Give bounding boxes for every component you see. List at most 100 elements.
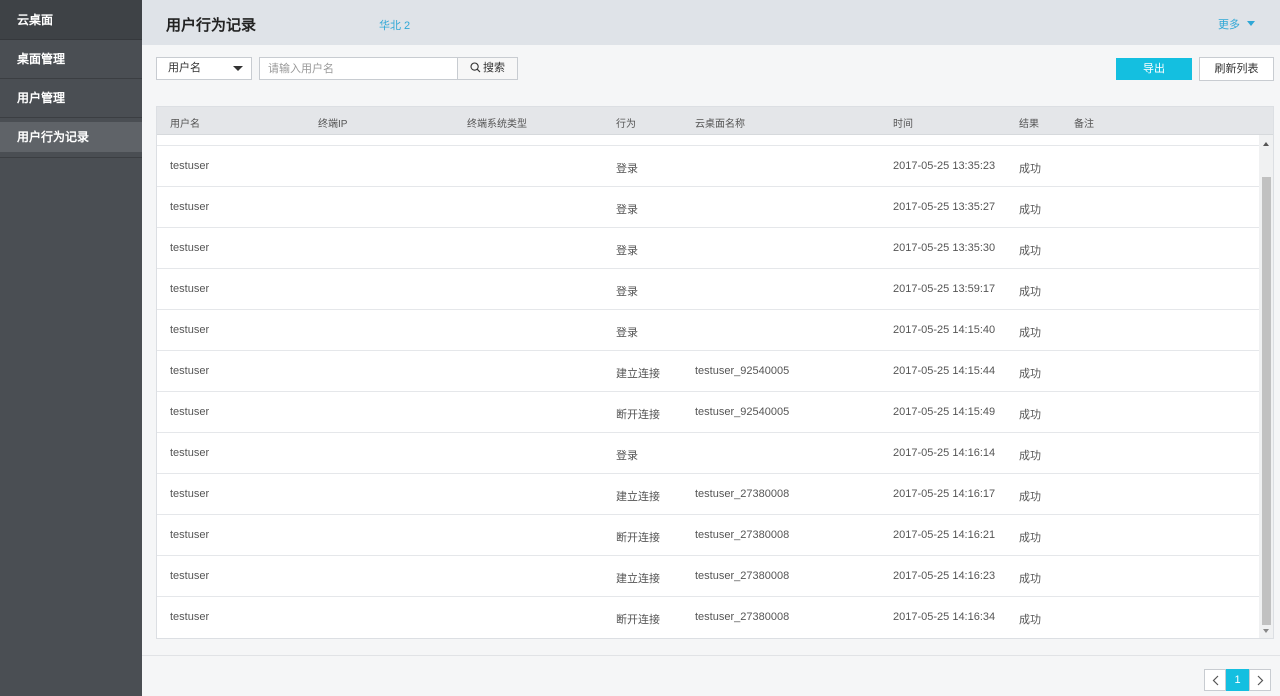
sidebar-header[interactable]: 云桌面 [0,0,142,40]
filter-select-value: 用户名 [168,62,201,74]
cell-desktop-name: testuser_27380008 [695,529,790,541]
table-row[interactable]: testuser 建立连接 testuser_27380008 2017-05-25 … [157,473,1259,514]
table-row[interactable]: testuser 断开连接 testuser_92540005 2017-05-25 … [157,391,1259,432]
page-title: 用户行为记录 [166,17,257,34]
sidebar: 云桌面 桌面管理 用户管理 用户行为记录 [0,0,142,696]
cell-time: 2017-05-25 14:16:23 [893,570,996,582]
sidebar-item-user-behavior-log[interactable]: 用户行为记录 [0,122,142,152]
cell-action: 登录 [616,245,638,257]
cell-username: testuser [170,611,210,623]
cell-desktop-name: testuser_92540005 [695,365,790,377]
cell-result: 成功 [1019,532,1041,544]
pagination-next-button[interactable] [1249,669,1271,691]
cell-time: 2017-05-25 13:59:17 [893,283,996,295]
column-header-note: 备注 [1074,119,1094,130]
more-label: 更多 [1218,19,1240,31]
cell-time: 2017-05-25 14:16:14 [893,447,996,459]
search-input[interactable] [259,57,458,80]
column-header-terminal-os: 终端系统类型 [467,119,527,130]
cell-result: 成功 [1019,614,1041,626]
cell-time: 2017-05-25 14:16:17 [893,488,996,500]
scrollbar-thumb[interactable] [1262,177,1271,625]
table-row[interactable]: testuser 登录 2017-05-25 14:15:40 成功 [157,309,1259,350]
cell-desktop-name: testuser_27380008 [695,570,790,582]
cell-desktop-name: testuser_27380008 [695,611,790,623]
main-content: 用户行为记录 华北 2 更多 用户名 搜索 导出 刷新列表 用户名 终端IP 终… [142,0,1280,696]
export-button[interactable]: 导出 [1116,58,1192,80]
cell-username: testuser [170,242,210,254]
cell-username: testuser [170,529,210,541]
footer-divider [142,655,1280,656]
cell-username: testuser [170,488,210,500]
cell-action: 建立连接 [616,368,660,380]
toolbar: 用户名 搜索 导出 刷新列表 [142,45,1280,92]
cell-time: 2017-05-25 14:15:44 [893,365,996,377]
table-header: 用户名 终端IP 终端系统类型 行为 云桌面名称 时间 结果 备注 [157,107,1273,135]
cell-action: 登录 [616,286,638,298]
cell-username: testuser [170,160,210,172]
cell-action: 登录 [616,450,638,462]
chevron-right-icon [1257,675,1264,686]
column-header-result: 结果 [1019,119,1039,130]
cell-result: 成功 [1019,327,1041,339]
cell-action: 登录 [616,163,638,175]
cell-username: testuser [170,447,210,459]
table-body: testuser 登录 2017-05-25 13:35:23 成功 testuser 登… [157,145,1259,637]
cell-action: 建立连接 [616,491,660,503]
cell-time: 2017-05-25 14:16:34 [893,611,996,623]
refresh-list-button[interactable]: 刷新列表 [1199,57,1274,81]
table-scrollbar[interactable] [1259,135,1273,638]
cell-result: 成功 [1019,491,1041,503]
scroll-down-arrow-icon[interactable] [1263,629,1269,633]
cell-action: 登录 [616,204,638,216]
table-row[interactable]: testuser 建立连接 testuser_27380008 2017-05-25 … [157,555,1259,596]
cell-desktop-name: testuser_92540005 [695,406,790,418]
table-row[interactable]: testuser 登录 2017-05-25 13:35:27 成功 [157,186,1259,227]
pagination-current-page[interactable]: 1 [1226,669,1249,691]
cell-action: 断开连接 [616,409,660,421]
cell-result: 成功 [1019,409,1041,421]
column-header-time: 时间 [893,119,913,130]
cell-desktop-name: testuser_27380008 [695,488,790,500]
search-icon [470,62,481,73]
search-button-label: 搜索 [483,62,505,74]
region-link[interactable]: 华北 2 [379,17,410,33]
chevron-left-icon [1212,675,1219,686]
cell-username: testuser [170,201,210,213]
search-button[interactable]: 搜索 [457,57,518,80]
cell-result: 成功 [1019,204,1041,216]
table-row[interactable]: testuser 断开连接 testuser_27380008 2017-05-25 … [157,514,1259,555]
cell-time: 2017-05-25 14:15:49 [893,406,996,418]
more-menu[interactable]: 更多 [1218,16,1255,32]
table-row[interactable]: testuser 登录 2017-05-25 13:35:30 成功 [157,227,1259,268]
cell-time: 2017-05-25 13:35:27 [893,201,996,213]
sidebar-divider [0,157,142,158]
cell-result: 成功 [1019,163,1041,175]
cell-username: testuser [170,324,210,336]
table-row[interactable]: testuser 建立连接 testuser_92540005 2017-05-25 … [157,350,1259,391]
top-bar: 用户行为记录 华北 2 更多 [142,0,1280,45]
column-header-desktop-name: 云桌面名称 [695,119,745,130]
cell-action: 登录 [616,327,638,339]
sidebar-item-desktop-management[interactable]: 桌面管理 [0,40,142,79]
column-header-terminal-ip: 终端IP [318,119,348,130]
cell-result: 成功 [1019,573,1041,585]
column-header-action: 行为 [616,119,636,130]
filter-select[interactable]: 用户名 [156,57,252,80]
cell-action: 建立连接 [616,573,660,585]
scroll-up-arrow-icon[interactable] [1263,142,1269,146]
cell-username: testuser [170,283,210,295]
caret-down-icon [1247,21,1255,26]
table-row[interactable]: testuser 断开连接 testuser_27380008 2017-05-25 … [157,596,1259,637]
table-row[interactable]: testuser 登录 2017-05-25 14:16:14 成功 [157,432,1259,473]
cell-result: 成功 [1019,450,1041,462]
cell-action: 断开连接 [616,532,660,544]
cell-result: 成功 [1019,368,1041,380]
cell-result: 成功 [1019,245,1041,257]
table-row[interactable]: testuser 登录 2017-05-25 13:59:17 成功 [157,268,1259,309]
pagination-prev-button[interactable] [1204,669,1226,691]
cell-username: testuser [170,406,210,418]
cell-result: 成功 [1019,286,1041,298]
sidebar-item-user-management[interactable]: 用户管理 [0,79,142,118]
table-row[interactable]: testuser 登录 2017-05-25 13:35:23 成功 [157,145,1259,186]
